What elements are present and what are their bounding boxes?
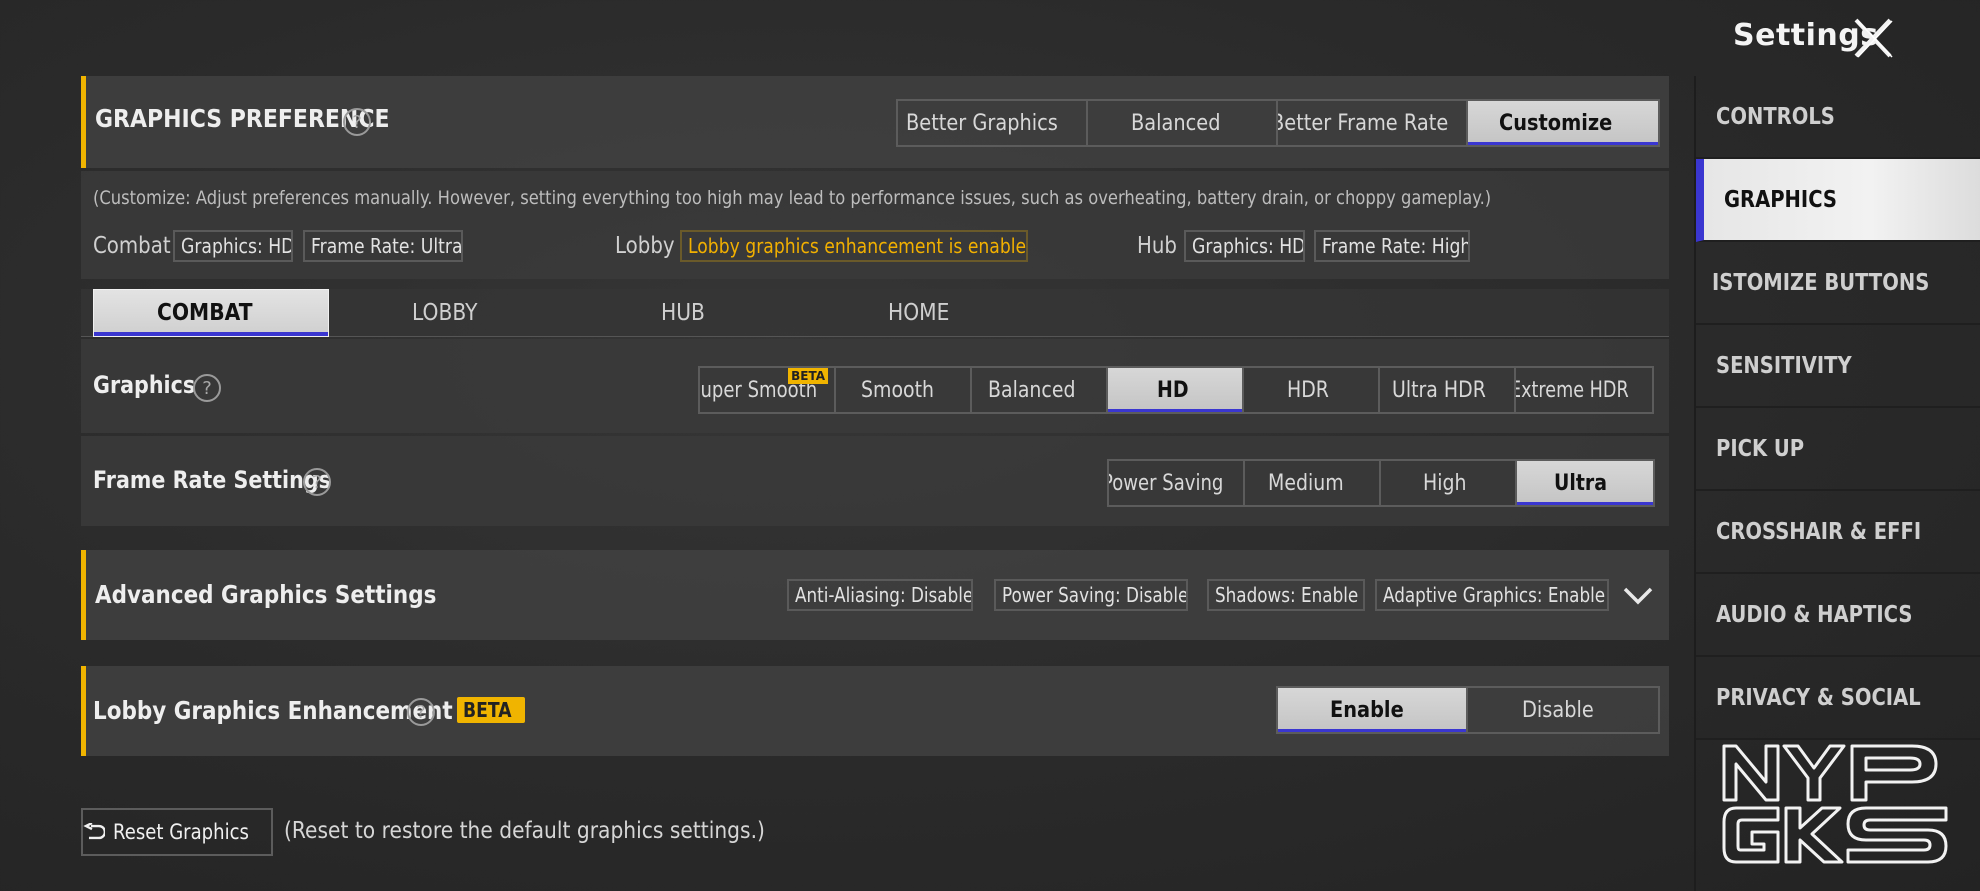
advanced-graphics-title: Advanced Graphics Settings [95,580,437,609]
help-icon[interactable]: ? [303,468,331,496]
hub-graphics-chip: Graphics: HD [1184,230,1305,262]
sidebar-item-label: GRAPHICS [1724,186,1837,213]
adaptive-graphics-chip: Adaptive Graphics: Enable [1375,579,1609,611]
sidebar-item-label: SENSITIVITY [1716,352,1852,379]
sidebar-item-sensitivity[interactable]: SENSITIVITY [1696,325,1980,408]
sidebar-item-graphics[interactable]: GRAPHICS [1696,159,1980,242]
lobby-enhancement-selector: Enable Disable [1276,686,1660,734]
lobby-option-enable[interactable]: Enable [1278,688,1468,732]
graphics-option-super-smooth[interactable]: Super Smooth BETA [700,368,836,412]
help-icon[interactable]: ? [193,374,221,402]
sidebar-item-pick-up[interactable]: PICK UP [1696,408,1980,491]
sidebar-item-label: PICK UP [1716,435,1805,462]
preference-option-customize[interactable]: Customize [1468,101,1658,145]
preference-summary-panel: (Customize: Adjust preferences manually.… [81,171,1669,279]
graphics-option-extreme-hdr[interactable]: Extreme HDR [1516,368,1652,412]
advanced-graphics-panel[interactable]: Advanced Graphics Settings Anti-Aliasing… [81,550,1669,640]
framerate-option-medium[interactable]: Medium [1245,461,1381,505]
reset-note: (Reset to restore the default graphics s… [284,818,765,844]
close-icon [1854,18,1893,58]
sidebar-item-label: CONTROLS [1716,103,1835,130]
graphics-preference-title: GRAPHICS PREFERENCE [95,104,390,133]
lobby-summary-label: Lobby [615,233,675,259]
combat-framerate-chip: Frame Rate: Ultra [303,230,463,262]
sidebar-item-label: PRIVACY & SOCIAL [1716,684,1921,711]
graphics-preference-selector: Better Graphics Balanced Better Frame Ra… [896,99,1660,147]
graphics-option-hdr[interactable]: HDR [1244,368,1380,412]
tab-home[interactable]: HOME [805,289,1041,337]
help-icon[interactable]: ? [343,108,371,136]
close-button[interactable] [1848,14,1896,62]
preference-option-balanced[interactable]: Balanced [1088,101,1278,145]
undo-icon [83,823,105,840]
help-icon[interactable]: ? [407,698,435,726]
lobby-enhancement-title: Lobby Graphics Enhancement [93,696,453,725]
tab-hub[interactable]: HUB [568,289,804,337]
frame-rate-selector: Power Saving Medium High Ultra [1107,459,1655,507]
graphics-quality-selector: Super Smooth BETA Smooth Balanced HD HDR… [698,366,1654,414]
tab-combat[interactable]: COMBAT [93,289,329,337]
beta-badge: BETA [457,697,526,723]
graphics-option-smooth[interactable]: Smooth [836,368,972,412]
beta-badge: BETA [788,368,828,384]
sidebar-item-crosshair[interactable]: CROSSHAIR & EFFI [1696,491,1980,574]
chevron-down-icon[interactable] [1621,578,1655,612]
power-saving-chip: Power Saving: Disable [994,579,1188,611]
accent-bar [81,666,86,756]
mode-tabs: COMBAT LOBBY HUB HOME [81,289,1669,337]
tab-lobby[interactable]: LOBBY [331,289,567,337]
graphics-preference-panel: GRAPHICS PREFERENCE ? Better Graphics Ba… [81,76,1669,168]
nyp-gks-watermark-logo [1722,744,1948,864]
sidebar-item-customize-buttons[interactable]: ISTOMIZE BUTTONS [1696,242,1980,325]
framerate-option-ultra[interactable]: Ultra [1517,461,1653,505]
lobby-status-chip: Lobby graphics enhancement is enabled. [680,230,1028,262]
reset-graphics-button[interactable]: Reset Graphics [81,808,273,856]
sidebar-item-controls[interactable]: CONTROLS [1696,76,1980,159]
sidebar-item-audio-haptics[interactable]: AUDIO & HAPTICS [1696,574,1980,657]
preference-option-better-graphics[interactable]: Better Graphics [898,101,1088,145]
framerate-option-power-saving[interactable]: Power Saving [1109,461,1245,505]
sidebar-item-privacy-social[interactable]: PRIVACY & SOCIAL [1696,657,1980,740]
framerate-option-high[interactable]: High [1381,461,1517,505]
combat-graphics-chip: Graphics: HD [173,230,293,262]
reset-button-label: Reset Graphics [112,820,249,844]
accent-bar [81,550,86,640]
customize-note: (Customize: Adjust preferences manually.… [93,187,1492,209]
graphics-option-balanced[interactable]: Balanced [972,368,1108,412]
hub-summary-label: Hub [1137,233,1177,259]
graphics-quality-row: Graphics ? Super Smooth BETA Smooth Bala… [81,339,1669,433]
sidebar-item-label: ISTOMIZE BUTTONS [1712,269,1930,296]
combat-summary-label: Combat [93,233,171,259]
preference-option-better-frame-rate[interactable]: Better Frame Rate [1278,101,1468,145]
hub-framerate-chip: Frame Rate: High [1314,230,1470,262]
accent-bar [81,76,86,168]
lobby-option-disable[interactable]: Disable [1468,688,1658,732]
graphics-option-hd[interactable]: HD [1108,368,1244,412]
sidebar-item-label: AUDIO & HAPTICS [1716,601,1913,628]
graphics-option-ultra-hdr[interactable]: Ultra HDR [1380,368,1516,412]
lobby-enhancement-panel: Lobby Graphics Enhancement ? BETA Enable… [81,666,1669,756]
sidebar-item-label: CROSSHAIR & EFFI [1716,518,1922,545]
anti-aliasing-chip: Anti-Aliasing: Disable [787,579,973,611]
frame-rate-row: Frame Rate Settings ? Power Saving Mediu… [81,436,1669,526]
shadows-chip: Shadows: Enable [1207,579,1365,611]
